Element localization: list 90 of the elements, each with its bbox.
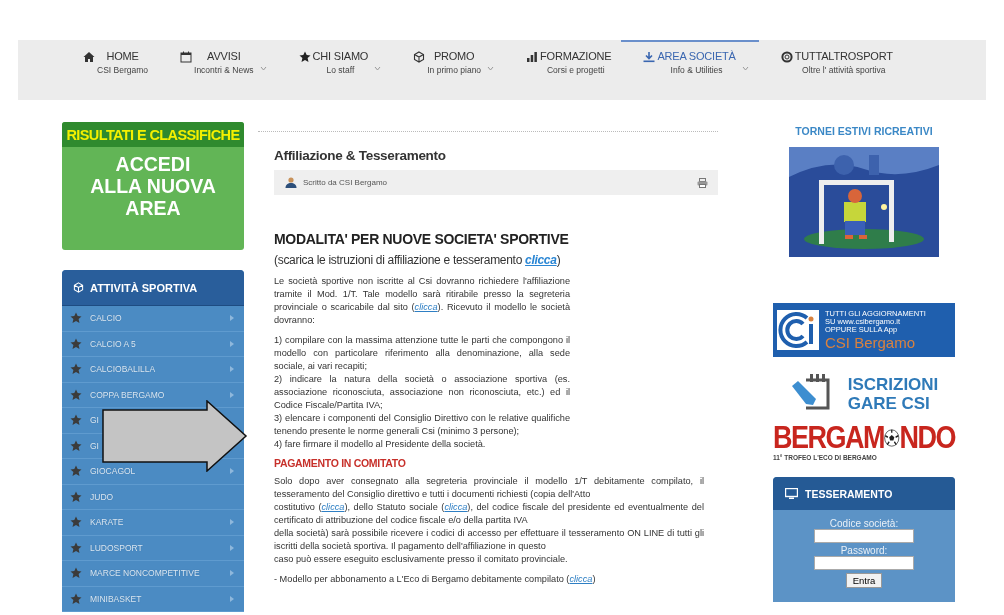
article-title: Affiliazione & Tesseramento [274, 148, 447, 163]
nav-label: AVVISI [207, 50, 241, 62]
banner-title: NDO [899, 421, 955, 455]
bar-chart-icon [526, 51, 539, 63]
nav-label: TUTTALTROSPORT [794, 50, 893, 62]
field-label: Password: [840, 545, 888, 556]
nav-item[interactable]: AREA SOCIETÀ Info & Utilities [621, 40, 759, 100]
home-icon [83, 51, 95, 63]
menu-item[interactable]: JUDO [70, 490, 114, 503]
star-icon [70, 541, 82, 554]
link[interactable]: clicca [525, 253, 557, 267]
nav-subtitle: Oltre l' attività sportiva [802, 65, 886, 75]
menu-item[interactable]: CALCIO [70, 312, 122, 325]
menu-item[interactable]: MARCE NONCOMPETITIVE [70, 567, 200, 580]
entries-banner[interactable]: ISCRIZIONI GARE CSI [789, 372, 939, 416]
menu-item[interactable]: CALCIOBALILLA [70, 363, 156, 376]
paragraph: 4) fare firmare il modello al Presidente della società. [274, 438, 487, 451]
nav-subtitle: Info & Utilities [670, 65, 723, 75]
nav-item[interactable]: HOME CSI Bergamo [61, 40, 159, 100]
cube-icon [73, 282, 84, 293]
user-icon [285, 177, 297, 188]
banner-brand: CSI Bergamo [825, 333, 917, 351]
star-icon [70, 490, 82, 503]
menu-item[interactable]: COPPA BERGAMO [70, 388, 165, 401]
login-button[interactable]: Entra [845, 573, 883, 588]
star-icon [70, 388, 82, 401]
star-icon [70, 465, 82, 478]
star-icon [70, 414, 82, 427]
star-icon [70, 337, 82, 350]
banner-text: ACCEDI [115, 153, 191, 175]
calendar-icon [180, 51, 193, 63]
nav-item[interactable]: PROMO In primo piano [391, 40, 505, 100]
section-heading: MODALITA' PER NUOVE SOCIETA' SPORTIVE [274, 231, 570, 247]
nav-subtitle: Corsi e progetti [546, 65, 605, 75]
print-icon[interactable] [697, 177, 708, 188]
panel-title: TESSERAMENTO [805, 487, 893, 500]
menu-item[interactable]: GI [70, 439, 99, 452]
banner-text: AREA [125, 197, 181, 219]
menu-item[interactable]: MINIBASKET [70, 592, 142, 605]
paragraph: 1) compilare con la massima attenzione tutte le parti che compongono il modello con particolare riferimento alla denominazione, alla sede sociale, ai vari recapiti; [274, 334, 570, 373]
nav-subtitle: In primo piano [427, 65, 482, 75]
star-icon [70, 516, 82, 529]
section-heading: PAGAMENTO IN COMITATO [274, 457, 407, 469]
menu-item[interactable]: CALCIO A 5 [70, 337, 136, 350]
cube-icon [413, 51, 426, 63]
nav-subtitle: CSI Bergamo [97, 65, 149, 75]
input-field[interactable] [814, 556, 914, 570]
subheading: (scarica le istruzioni di affiliazione e tesseramento clicca) [274, 253, 562, 267]
download-icon [643, 51, 656, 63]
sidebar-title: TORNEI ESTIVI RICREATIVI [795, 125, 933, 137]
banner-text: ISCRIZIONI [847, 375, 939, 394]
paragraph: 3) elencare i componenti del Consiglio Direttivo con le relative qualifiche tenendo presente le norme generali Csi (minimo 3 persone); [274, 412, 570, 438]
star-icon [298, 51, 311, 63]
menu-item[interactable]: GI [70, 414, 99, 427]
field-label: Codice società: [829, 518, 899, 529]
nav-item[interactable]: CHI SIAMO Lo staff [276, 40, 392, 100]
menu-item[interactable]: LUDOSPORT [70, 541, 143, 554]
nav-item[interactable]: AVVISI Incontri & News [158, 40, 277, 100]
paragraph: 2) indicare la natura della società o associazione sportiva (es. associazione riconosciuta, associazione non riconosciuta, etc.) ed il Codice Fiscale/Partita IVA; [274, 373, 570, 412]
banner-text: GARE CSI [847, 394, 931, 413]
link[interactable]: clicca [444, 502, 468, 512]
menu-item[interactable]: KARATE [70, 516, 124, 529]
star-icon [70, 363, 82, 376]
promo-banner[interactable]: RISULTATI E CLASSIFICHE ACCEDI ALLA NUOVA AREA [62, 122, 244, 250]
nav-subtitle: Lo staff [326, 65, 355, 75]
banner-text: ALLA NUOVA [90, 175, 216, 197]
banner-title: RISULTATI E CLASSIFICHE [62, 122, 244, 147]
paragraph: Solo dopo aver consegnato alla segreteria provinciale il modello 1/T debitamente compilato, il tesseramento del Consiglio direttivo e tutti i documenti richiesti (copia dell'Atto costitutivo (clicca), dello Statuto sociale (clicca), del codice fiscale del presidente ed eventualmente del certificato di attribuzione del codice fiscale e/o della partita IVA della società) sarà possibile ricevere i codici di accesso per effettuare il tesseramento ON LINE di tutti gli iscritti della società sportiva. Il pagamento dell'affiliazione in questo caso può essere eseguito esclusivamente presso il comitato provinciale. [274, 475, 704, 566]
nav-label: PROMO [433, 50, 475, 62]
nav-item[interactable]: TUTTALTROSPORT Oltre l' attività sportiva [758, 40, 903, 100]
lifebuoy-icon [780, 51, 793, 63]
paragraph: Le società sportive non iscritte al Csi dovranno richiedere l'affiliazione tramite il Mod. 1/T. Tale modello sarà ritirabile presso la segreteria provinciale o scaricabile dal sito (clicca). Ricevuto il modello le società dovranno: [274, 275, 570, 327]
nav-subtitle: Incontri & News [194, 65, 254, 75]
nav-label: CHI SIAMO [312, 50, 369, 62]
author-text: Scritto da CSI Bergamo [303, 178, 389, 187]
menu-item[interactable]: GIOCAGOL [70, 465, 136, 478]
nav-label: AREA SOCIETÀ [657, 50, 736, 62]
star-icon [70, 439, 82, 452]
star-icon [70, 592, 82, 605]
logo-icon [777, 310, 819, 350]
nav-label: HOME [106, 50, 139, 62]
menu-title: ATTIVITÀ SPORTIVA [90, 281, 198, 294]
paragraph: - Modello per abbonamento a L'Eco di Bergamo debitamente compilato (clicca) [274, 573, 597, 586]
star-icon [70, 312, 82, 325]
star-icon [70, 567, 82, 580]
monitor-icon [785, 488, 798, 499]
nav-item[interactable]: FORMAZIONE Corsi e progetti [504, 40, 622, 100]
nav-label: FORMAZIONE [540, 50, 612, 62]
input-field[interactable] [814, 529, 914, 543]
banner-title: BERGAM [773, 421, 884, 455]
